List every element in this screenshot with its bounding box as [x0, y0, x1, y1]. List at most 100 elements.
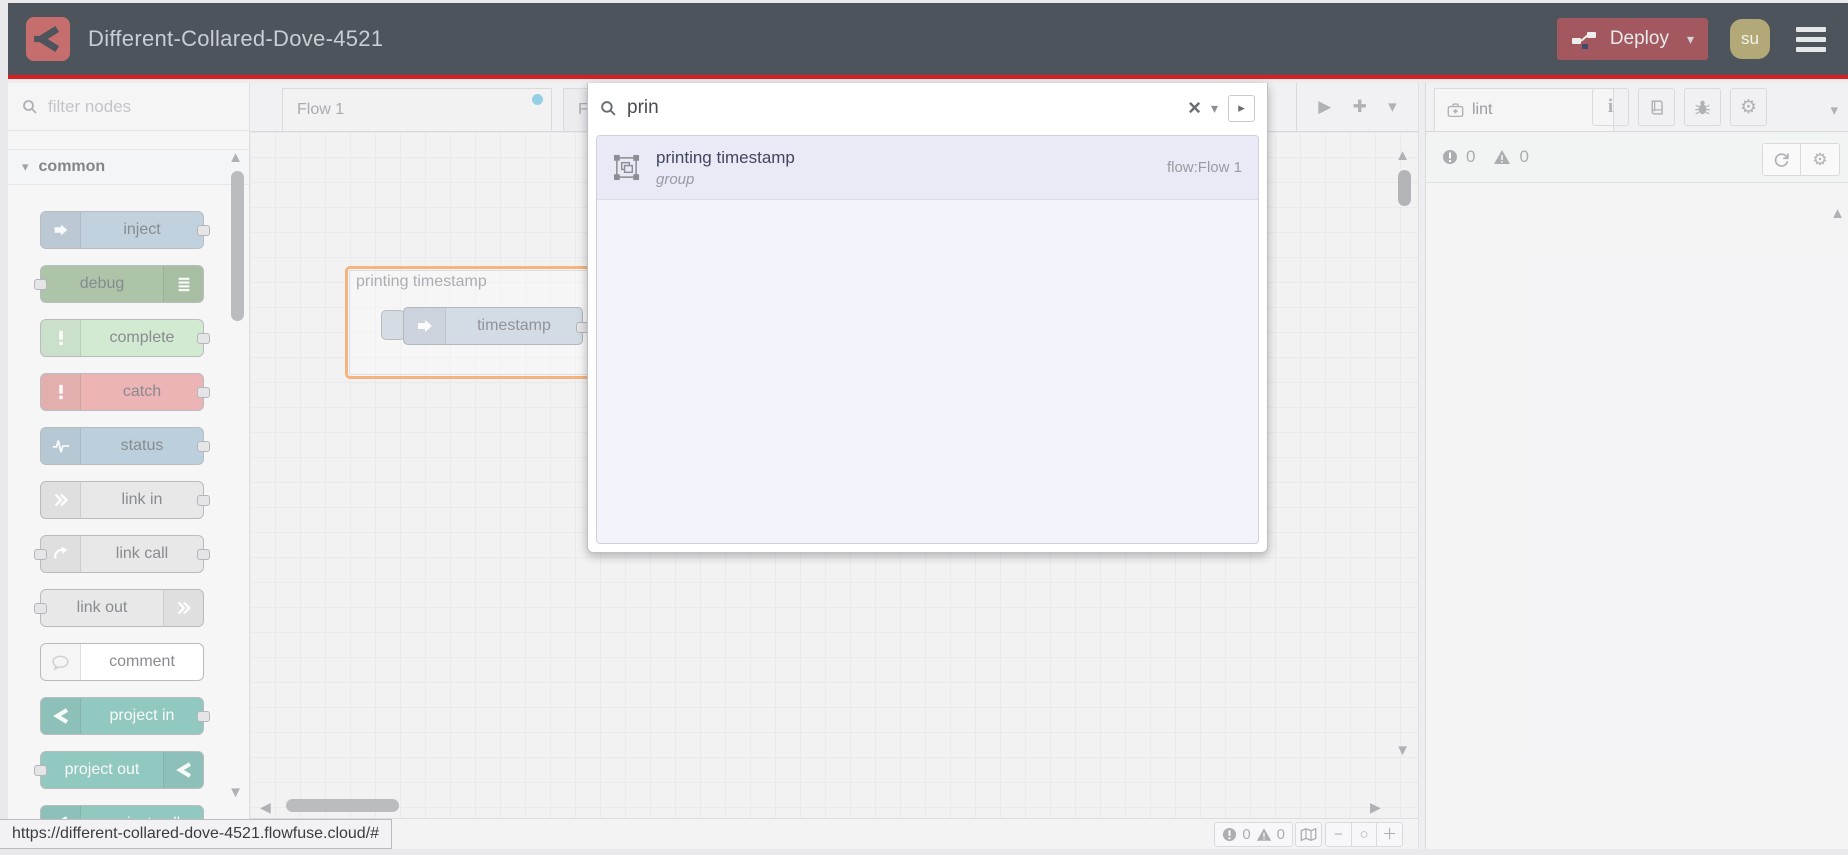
browser-frame: Different-Collared-Dove-4521 Deploy ▾ su: [0, 0, 1848, 855]
link-call-icon: [41, 536, 81, 572]
sidebar-scroll-up-icon[interactable]: ▲: [1830, 205, 1845, 222]
zoom-reset-button[interactable]: ○: [1352, 823, 1378, 846]
palette-scroll-down-icon[interactable]: ▼: [228, 784, 243, 801]
palette-node-debug[interactable]: debug: [34, 265, 204, 303]
result-type: group: [656, 170, 695, 188]
warning-icon: [1494, 150, 1511, 164]
group-label: printing timestamp: [356, 273, 487, 290]
palette-filter[interactable]: filter nodes: [8, 83, 249, 131]
sidebar-splitter[interactable]: [1418, 83, 1426, 849]
palette-node-link-in[interactable]: link in: [40, 481, 210, 519]
main-menu-icon[interactable]: [1792, 23, 1830, 56]
search-results: printing timestamp group flow:Flow 1: [596, 135, 1259, 544]
error-icon: [1223, 827, 1237, 842]
group-icon: [613, 154, 640, 181]
sidebar-tab-caret-icon[interactable]: ▾: [1830, 101, 1838, 119]
search-icon: [23, 99, 37, 114]
exclamation-icon: [41, 374, 81, 410]
search-icon: [601, 100, 616, 116]
canvas-scroll-down-icon[interactable]: ▼: [1395, 742, 1410, 759]
user-avatar[interactable]: su: [1730, 19, 1770, 59]
canvas-scroll-left-icon[interactable]: ◀: [260, 799, 271, 816]
refresh-button[interactable]: [1763, 144, 1801, 175]
tab-flow-1[interactable]: Flow 1: [282, 88, 552, 131]
gear-icon: ⚙: [1812, 149, 1828, 169]
project-icon: [41, 698, 81, 734]
palette-node-link-out[interactable]: link out: [34, 589, 204, 627]
palette-node-project-in[interactable]: project in: [40, 697, 210, 735]
canvas-hscrollbar-thumb[interactable]: [286, 799, 399, 812]
node-port: [34, 603, 47, 614]
help-tab-button[interactable]: [1638, 88, 1675, 126]
info-tab-button[interactable]: i: [1592, 88, 1629, 126]
debug-tab-button[interactable]: [1684, 88, 1721, 126]
info-icon: i: [1607, 96, 1614, 117]
palette-node-comment[interactable]: comment: [40, 643, 204, 681]
sidebar-tab-lint[interactable]: lint: [1434, 88, 1614, 131]
palette-scrollbar-thumb[interactable]: [231, 171, 244, 321]
header: Different-Collared-Dove-4521 Deploy ▾ su: [8, 3, 1848, 79]
result-flow-label: flow:Flow 1: [1166, 159, 1242, 176]
zoom-out-button[interactable]: −: [1326, 823, 1352, 846]
deploy-icon: [1571, 31, 1596, 49]
palette-node-link-call[interactable]: link call: [34, 535, 210, 573]
inject-node-timestamp[interactable]: timestamp: [403, 307, 589, 345]
exclamation-icon: [41, 320, 81, 356]
sidebar-tabbar: lint i ⚙ ▾: [1426, 83, 1848, 132]
zoom-in-button[interactable]: ＋: [1377, 823, 1402, 846]
palette-filter-placeholder: filter nodes: [48, 96, 132, 116]
search-input-row: prin × ▾ ▸: [588, 83, 1267, 133]
palette-node-inject[interactable]: inject: [40, 211, 210, 249]
gear-icon: ⚙: [1739, 96, 1758, 118]
tab-scroll-right-icon[interactable]: ▶: [1318, 97, 1331, 117]
canvas-scroll-right-icon[interactable]: ▶: [1370, 799, 1381, 816]
sidebar: lint i ⚙ ▾ 0 0 ⚙ ▲: [1426, 83, 1848, 849]
search-options-caret-icon[interactable]: ▾: [1211, 100, 1218, 117]
palette-scroll-up-icon[interactable]: ▲: [228, 149, 243, 166]
node-port: [197, 333, 210, 344]
canvas-footer: 0 0 − ○ ＋: [250, 818, 1418, 849]
node-port: [197, 495, 210, 506]
lint-panel-buttons: ⚙: [1762, 143, 1840, 176]
inject-arrow-icon: [404, 308, 446, 344]
search-result-item[interactable]: printing timestamp group flow:Flow 1: [597, 136, 1258, 200]
deploy-label: Deploy: [1609, 28, 1669, 49]
node-port: [197, 711, 210, 722]
refresh-icon: [1774, 153, 1789, 167]
node-port: [197, 549, 210, 560]
palette-node-list: inject debug complete catch status link …: [8, 185, 249, 843]
lint-panel-content: ▲: [1426, 183, 1848, 849]
flow-group[interactable]: printing timestamp timestamp: [345, 266, 605, 379]
palette-node-catch[interactable]: catch: [40, 373, 210, 411]
node-red-editor: Different-Collared-Dove-4521 Deploy ▾ su: [8, 3, 1848, 849]
palette-category-common[interactable]: ▾ common: [8, 149, 249, 185]
workspace-tab-tools: ▶ ✚ ▾: [1296, 83, 1418, 131]
book-icon: [1651, 99, 1663, 115]
config-tab-button[interactable]: ⚙: [1730, 88, 1767, 126]
deploy-caret-icon[interactable]: ▾: [1681, 31, 1694, 48]
palette-node-status[interactable]: status: [40, 427, 210, 465]
zoom-controls: − ○ ＋: [1325, 822, 1403, 847]
lint-error-count: 0: [1466, 147, 1476, 166]
canvas-notification-badges[interactable]: 0 0: [1214, 822, 1293, 847]
palette-node-complete[interactable]: complete: [40, 319, 210, 357]
link-arrow-icon: [41, 482, 81, 518]
search-input[interactable]: prin: [627, 97, 1178, 119]
node-port: [197, 387, 210, 398]
palette: filter nodes ▾ common inject debug compl…: [8, 83, 250, 849]
palette-node-project-out[interactable]: project out: [34, 751, 204, 789]
node-port: [34, 279, 47, 290]
deploy-button[interactable]: Deploy ▾: [1556, 18, 1708, 60]
search-expand-button[interactable]: ▸: [1228, 94, 1255, 122]
instance-title: Different-Collared-Dove-4521: [88, 26, 384, 51]
navigator-toggle-button[interactable]: [1295, 822, 1322, 847]
inject-button[interactable]: [381, 310, 405, 340]
lint-settings-button[interactable]: ⚙: [1801, 144, 1839, 175]
add-flow-icon[interactable]: ✚: [1353, 97, 1367, 117]
clear-search-icon[interactable]: ×: [1188, 97, 1201, 119]
lint-warning-count: 0: [1519, 147, 1529, 166]
canvas-scroll-up-icon[interactable]: ▲: [1395, 147, 1410, 164]
lint-panel-header: 0 0 ⚙: [1426, 132, 1848, 183]
canvas-vscrollbar-thumb[interactable]: [1398, 170, 1411, 206]
tab-list-caret-icon[interactable]: ▾: [1388, 97, 1397, 117]
